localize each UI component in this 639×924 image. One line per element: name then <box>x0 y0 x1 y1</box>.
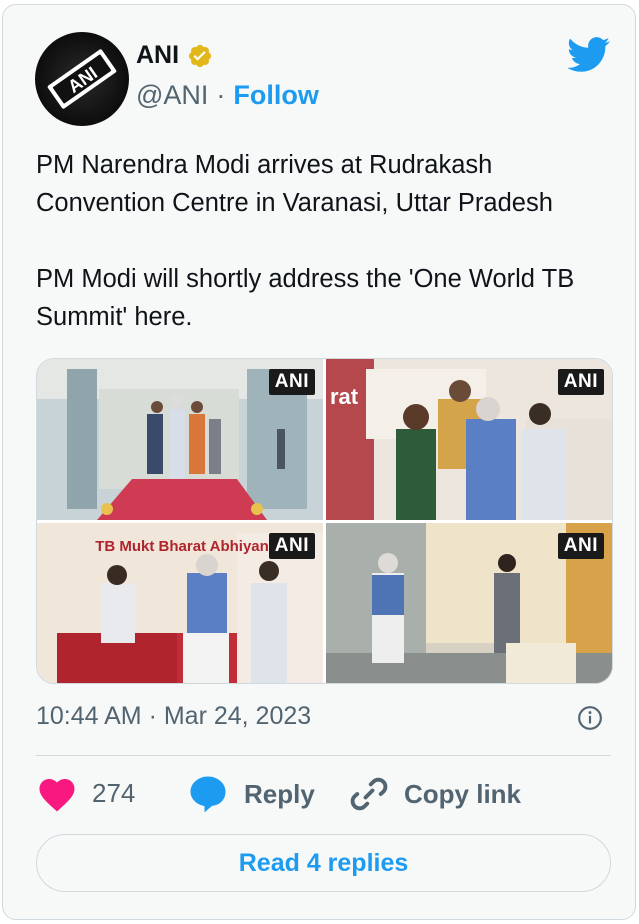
follow-button[interactable]: Follow <box>233 80 318 111</box>
photo-3[interactable]: TB Mukt Bharat Abhiyan ANI <box>37 523 323 683</box>
copy-link-label: Copy link <box>404 778 522 809</box>
tweet-card: ANI ANI @ANI · Follow PM Narendra Modi a… <box>2 4 636 920</box>
timestamp[interactable]: 10:44 AM · Mar 24, 2023 <box>36 702 311 731</box>
author-handle[interactable]: @ANI <box>136 80 208 111</box>
author-name[interactable]: ANI <box>136 41 179 70</box>
copy-link-button[interactable]: Copy link <box>348 773 521 815</box>
avatar[interactable]: ANI <box>35 32 129 126</box>
reply-button[interactable]: Reply <box>186 773 315 815</box>
tweet-text: PM Narendra Modi arrives at Rudrakash Co… <box>36 146 611 336</box>
ani-watermark: ANI <box>557 369 604 395</box>
photo-1[interactable]: ANI <box>37 359 323 520</box>
heart-icon <box>39 779 75 812</box>
ani-watermark: ANI <box>268 369 315 395</box>
action-bar: 274 Reply Copy link <box>36 773 611 819</box>
verified-badge-icon <box>188 44 212 67</box>
ani-watermark: ANI <box>268 533 315 559</box>
ani-watermark: ANI <box>557 533 604 559</box>
like-count: 274 <box>92 777 136 808</box>
reply-bubble-icon <box>190 776 226 813</box>
photo-3-sign-text: TB Mukt Bharat Abhiyan <box>95 538 269 555</box>
photo-2-sign-text: rat <box>330 384 359 409</box>
separator-dot: · <box>216 80 226 110</box>
tweet-line-1: PM Narendra Modi arrives at Rudrakash Co… <box>36 151 553 217</box>
like-button[interactable]: 274 <box>36 773 135 813</box>
tweet-line-2: PM Modi will shortly address the 'One Wo… <box>36 265 575 331</box>
media-grid: ANI rat ANI TB Mukt Bharat Abhiyan ANI A… <box>36 358 613 684</box>
info-icon[interactable] <box>577 705 603 731</box>
twitter-bird-icon[interactable] <box>567 37 611 73</box>
reply-label: Reply <box>244 778 315 809</box>
photo-4[interactable]: ANI <box>326 523 612 683</box>
read-replies-button[interactable]: Read 4 replies <box>36 834 611 892</box>
link-icon <box>350 777 388 811</box>
divider <box>36 755 611 756</box>
photo-2[interactable]: rat ANI <box>326 359 612 520</box>
